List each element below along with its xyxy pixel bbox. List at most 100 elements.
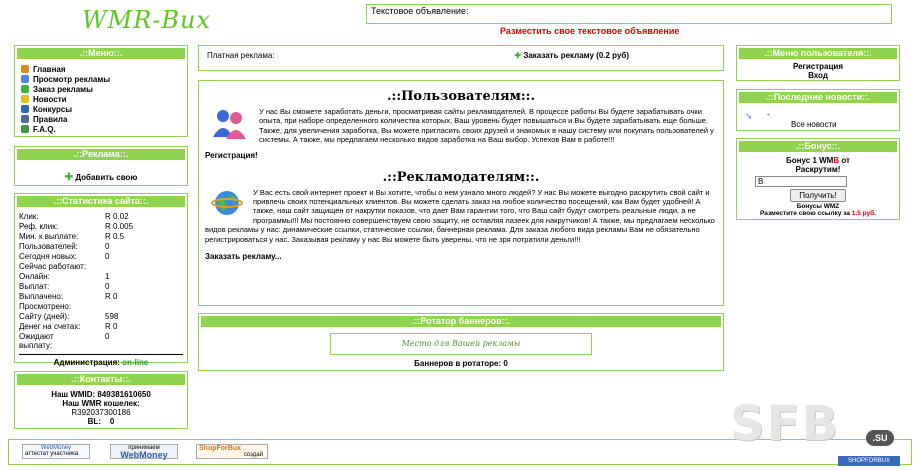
advertisers-section: У Вас есть свой интернет проект и Вы хот… <box>205 188 717 244</box>
menu-item-0[interactable]: Главная <box>21 64 181 74</box>
stats-row: Выплат: 0 <box>15 282 187 292</box>
news-item[interactable]: - <box>767 110 770 119</box>
register-link[interactable]: Регистрация! <box>205 151 717 160</box>
faq-icon <box>21 125 29 133</box>
sfb-watermark-tld: .SU <box>866 430 894 446</box>
order-icon <box>21 85 29 93</box>
menu-item-label: Главная <box>33 64 66 74</box>
order-ads-label: Заказать рекламу (0.2 руб) <box>523 51 629 60</box>
badge2-sub: WebMoney <box>120 450 168 460</box>
stats-key: Просмотрено: <box>19 302 72 311</box>
rotator-title: .::Ротатор баннеров::. <box>201 316 721 327</box>
rules-icon <box>21 115 29 123</box>
main-content: .::Пользователям::. У нас Вы сможете зар… <box>198 80 724 306</box>
advertisers-text: У Вас есть свой интернет проект и Вы хот… <box>205 187 715 244</box>
stats-key: Ожидают выплату: <box>19 332 54 350</box>
stats-key: Реф. клик: <box>19 222 58 231</box>
ref-text: Разместите свою ссылку за <box>760 210 850 217</box>
menu-panel-title: .::Меню::. <box>17 48 185 59</box>
order-ads-bottom-link[interactable]: Заказать рекламу... <box>205 252 717 261</box>
shopforbux-badge[interactable]: ShopForBux создай <box>196 444 268 459</box>
bonus-heading-c: от <box>839 156 850 165</box>
stats-key: Мин. к выплате: <box>19 232 79 241</box>
register-menu-link[interactable]: Регистрация <box>737 62 899 71</box>
stats-row: Сейчас работают: <box>15 262 187 272</box>
stats-row: Выплачено: R 0 <box>15 292 187 302</box>
add-icon: ✚ <box>64 172 74 183</box>
contest-icon <box>21 105 29 113</box>
shopforbux-label[interactable]: SHOPFORBUX <box>838 456 900 466</box>
stats-value: 598 <box>105 312 119 321</box>
stats-value: R 0.02 <box>105 212 129 221</box>
stats-row: Сайту (дней): 598 <box>15 312 187 322</box>
stats-key: Сейчас работают: <box>19 262 87 271</box>
stats-key: Сайту (дней): <box>19 312 70 321</box>
user-menu-panel: .::Меню пользователя::. Регистрация Вход <box>736 45 900 81</box>
news-icon <box>21 95 29 103</box>
stats-key: Клик: <box>19 212 39 221</box>
stats-value: R 0 <box>105 322 118 331</box>
menu-item-4[interactable]: Конкурсы <box>21 104 181 114</box>
stats-value: R 0 <box>105 292 118 301</box>
ads-panel: .::Реклама::. ✚ Добавить свою <box>14 146 188 186</box>
stats-row: Клик: R 0.02 <box>15 212 187 222</box>
stats-row: Сегодня новых: 0 <box>15 252 187 262</box>
badge3-sub: создай <box>243 452 263 458</box>
stats-value: R 0.5 <box>105 232 125 241</box>
contact-purse-label: Наш WMR кошелек: <box>62 399 140 408</box>
ads-panel-title: .::Реклама::. <box>17 149 185 160</box>
menu-item-3[interactable]: Новости <box>21 94 181 104</box>
menu-item-2[interactable]: Заказ рекламы <box>21 84 181 94</box>
bonus-heading-line2: Раскрутим! <box>795 165 841 174</box>
admin-status: Администрация: on-line <box>19 354 183 367</box>
order-ads-link[interactable]: ✚ Заказать рекламу (0.2 руб) <box>514 51 629 60</box>
menu-item-label: Новости <box>33 94 67 104</box>
news-panel: .::Последние новости::. ➘ - Все новости <box>736 89 900 131</box>
sfb-watermark: SFB <box>730 396 840 452</box>
bonus-ref-line[interactable]: Разместите свою ссылку за 1.5 руб. <box>737 210 899 218</box>
users-icon <box>211 107 249 141</box>
site-logo[interactable]: WMR-Bux <box>82 6 211 34</box>
admin-label: Администрация: <box>53 358 120 367</box>
accept-webmoney-badge[interactable]: принимаем WebMoney <box>110 444 178 460</box>
webmoney-attestat-badge[interactable]: WebMoney аттестат участника <box>22 444 90 459</box>
globe-icon <box>211 188 243 218</box>
users-text: У нас Вы сможете заработать деньги, прос… <box>259 107 714 145</box>
stats-row: Пользователей: 0 <box>15 242 187 252</box>
stats-key: Онлайн: <box>19 272 50 281</box>
contacts-panel: .::Контакты::. Наш WMID: 849381610650 На… <box>14 371 188 429</box>
contacts-panel-title: .::Контакты::. <box>17 374 185 385</box>
contact-bl: BL: 0 <box>87 417 115 426</box>
add-ad-link[interactable]: ✚ Добавить свою <box>15 172 187 183</box>
stats-key: Сегодня новых: <box>19 252 77 261</box>
users-section-title: .::Пользователям::. <box>387 89 535 104</box>
bonus-panel: .::Бонус::. Бонус 1 WMB от Раскрутим! B … <box>736 138 900 220</box>
menu-item-1[interactable]: Просмотр рекламы <box>21 74 181 84</box>
banner-slot[interactable]: Место для Вашей рекламы <box>330 333 592 355</box>
stats-value: 0 <box>105 242 110 251</box>
stats-row: Мин. к выплате: R 0.5 <box>15 232 187 242</box>
home-icon <box>21 65 29 73</box>
add-ad-label: Добавить свою <box>75 173 138 182</box>
main-menu: Главная Просмотр рекламы Заказ рекламы Ново… <box>15 61 187 137</box>
menu-panel: .::Меню::. Главная Просмотр рекламы Заказ … <box>14 45 188 137</box>
all-news-link[interactable]: Все новости <box>791 120 837 129</box>
stats-value: 0 <box>105 282 110 291</box>
get-bonus-button[interactable]: Получить! <box>790 189 846 202</box>
place-text-ad-link[interactable]: Разместить свое текстовое объявление <box>500 26 679 36</box>
stats-key: Пользователей: <box>19 242 78 251</box>
login-link[interactable]: Вход <box>737 71 899 80</box>
bonus-wmz: Бонусы WMZ <box>796 203 840 210</box>
menu-item-5[interactable]: Правила <box>21 114 181 124</box>
user-menu-title: .::Меню пользователя::. <box>739 48 897 59</box>
paid-ads-bar: Платная реклама: ✚ Заказать рекламу (0.2… <box>198 45 724 71</box>
bonus-heading: Бонус 1 WMB от Раскрутим! <box>737 156 899 174</box>
stats-table: Клик: R 0.02 Реф. клик: R 0.005 Мин. к выпла… <box>15 212 187 350</box>
contact-purse: R392037300186 <box>71 408 131 417</box>
menu-item-6[interactable]: F.A.Q. <box>21 124 181 134</box>
bonus-title: .::Бонус::. <box>739 141 897 152</box>
admin-online-status: on-line <box>122 358 149 367</box>
site-stats-panel: .::Статистика сайта::. Клик: R 0.02 Реф. к… <box>14 193 188 367</box>
purse-input[interactable]: B <box>755 176 847 187</box>
stats-row: Реф. клик: R 0.005 <box>15 222 187 232</box>
